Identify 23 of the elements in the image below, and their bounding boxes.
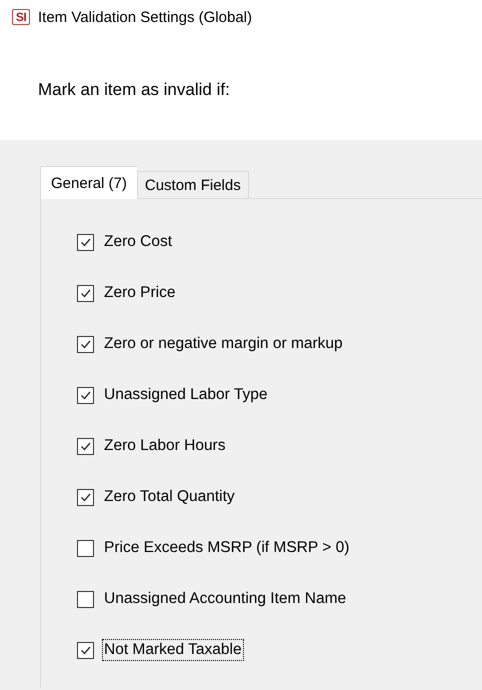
window-title: Item Validation Settings (Global) xyxy=(38,8,252,26)
checkbox[interactable] xyxy=(77,438,94,454)
checkbox[interactable] xyxy=(77,642,94,658)
checkbox-label[interactable]: Price Exceeds MSRP (if MSRP > 0) xyxy=(102,537,352,559)
checkbox-label[interactable]: Not Marked Taxable xyxy=(102,639,244,661)
checkbox[interactable] xyxy=(77,336,94,352)
checkbox[interactable] xyxy=(77,540,94,556)
checkbox[interactable] xyxy=(77,234,94,250)
checkbox[interactable] xyxy=(77,386,94,404)
checkbox-label[interactable]: Unassigned Labor Type xyxy=(102,384,270,406)
checkbox-label[interactable]: Unassigned Accounting Item Name xyxy=(102,588,348,610)
checkbox-label[interactable]: Zero Cost xyxy=(102,231,174,253)
checkbox-label[interactable]: Zero or negative margin or markup xyxy=(102,333,345,355)
heading: Mark an item as invalid if: xyxy=(38,80,230,99)
tab[interactable]: Custom Fields xyxy=(136,171,249,198)
checkbox[interactable] xyxy=(77,284,94,302)
checkbox-label[interactable]: Zero Price xyxy=(102,282,178,304)
checkbox[interactable] xyxy=(77,488,94,506)
app-logo: SI xyxy=(12,9,30,25)
checkbox-label[interactable]: Zero Labor Hours xyxy=(102,435,228,457)
checkbox-label[interactable]: Zero Total Quantity xyxy=(102,486,237,508)
checkbox[interactable] xyxy=(77,590,94,608)
tab[interactable]: General (7) xyxy=(40,166,137,199)
